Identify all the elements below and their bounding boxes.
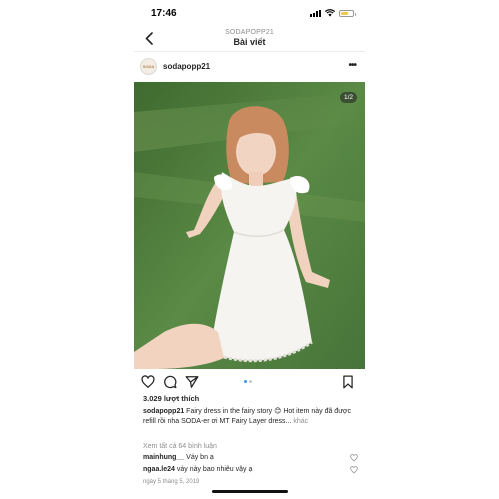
view-all-comments-link[interactable]: Xem tất cả 64 bình luận bbox=[143, 443, 217, 450]
comment-username[interactable]: mainhung__ bbox=[143, 454, 184, 461]
bookmark-icon bbox=[343, 375, 353, 389]
post-username[interactable]: sodapopp21 bbox=[163, 62, 210, 71]
like-count[interactable]: 3.029 lượt thích bbox=[143, 394, 199, 403]
phone-screen: 17:46 SODAPOPP21 Bài viết SODA sodapopp2… bbox=[134, 0, 365, 499]
save-button[interactable] bbox=[341, 375, 355, 389]
comment-icon bbox=[164, 375, 177, 389]
wifi-icon bbox=[325, 9, 335, 17]
comment-like-heart-icon[interactable] bbox=[350, 454, 358, 462]
share-button[interactable] bbox=[185, 375, 199, 389]
comment-username[interactable]: ngaa.le24 bbox=[143, 466, 175, 473]
comment-row: mainhung__ Váy bn ạ bbox=[143, 454, 358, 462]
status-bar: 17:46 bbox=[134, 0, 365, 26]
comment-button[interactable] bbox=[163, 375, 177, 389]
home-indicator[interactable] bbox=[212, 490, 288, 493]
comment-row: ngaa.le24 váy này bao nhiêu vậy ạ bbox=[143, 466, 358, 474]
page-title: Bài viết bbox=[233, 37, 266, 47]
signal-icon bbox=[310, 9, 321, 17]
action-row bbox=[134, 372, 365, 392]
avatar[interactable]: SODA bbox=[140, 58, 157, 75]
heart-icon bbox=[141, 375, 155, 388]
carousel-indicator bbox=[244, 380, 252, 383]
nav-header: SODAPOPP21 Bài viết bbox=[134, 26, 365, 52]
send-icon bbox=[185, 376, 199, 388]
post-photo-image bbox=[134, 82, 365, 369]
caption-username[interactable]: sodapopp21 bbox=[143, 408, 184, 415]
image-counter: 1/2 bbox=[339, 92, 357, 103]
comment-like-heart-icon[interactable] bbox=[350, 466, 358, 474]
carousel-dot-active bbox=[244, 380, 247, 383]
nav-titles: SODAPOPP21 Bài viết bbox=[134, 28, 365, 48]
caption: sodapopp21 Fairy dress in the fairy stor… bbox=[143, 407, 357, 426]
post-header: SODA sodapopp21 ••• bbox=[134, 55, 365, 79]
battery-icon bbox=[339, 9, 356, 17]
post-date: ngày 5 tháng 5, 2019 bbox=[143, 479, 200, 485]
avatar-logo-text: SODA bbox=[142, 64, 155, 69]
comment-text: váy này bao nhiêu vậy ạ bbox=[174, 466, 253, 473]
status-icons bbox=[310, 9, 356, 17]
caption-more-link[interactable]: khác bbox=[291, 418, 308, 425]
status-time: 17:46 bbox=[151, 8, 177, 19]
like-button[interactable] bbox=[141, 375, 155, 389]
more-dots-icon[interactable]: ••• bbox=[348, 60, 356, 71]
comment-text: Váy bn ạ bbox=[184, 454, 214, 461]
nav-username: SODAPOPP21 bbox=[224, 29, 275, 36]
carousel-dot bbox=[249, 380, 252, 383]
post-photo[interactable]: 1/2 bbox=[134, 82, 365, 369]
